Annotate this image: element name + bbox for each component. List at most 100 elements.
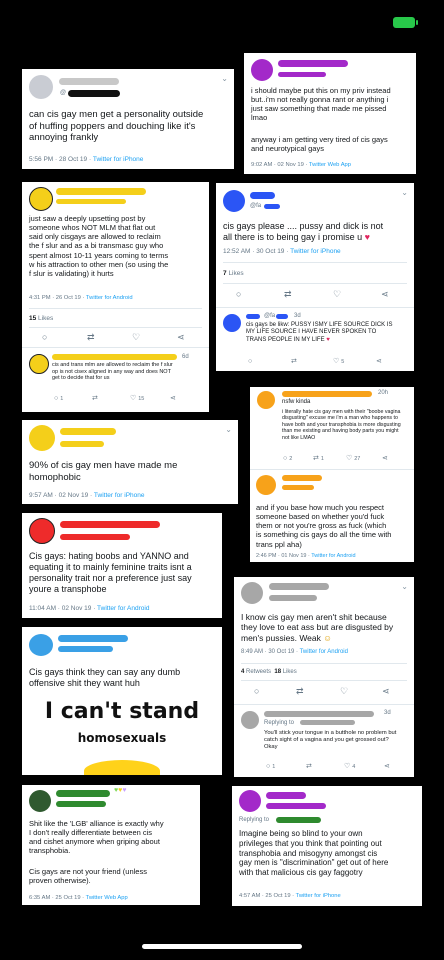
- tweet-source[interactable]: Twitter Web App: [309, 162, 351, 168]
- tweet-card[interactable]: Replying to Imagine being so blind to yo…: [232, 786, 422, 906]
- likes-count[interactable]: 15 Likes: [29, 315, 53, 322]
- share-icon[interactable]: ⋖: [384, 763, 390, 770]
- tweet-card[interactable]: ⌄ I know cis gay men aren't shit because…: [234, 577, 414, 777]
- home-indicator[interactable]: [142, 944, 302, 949]
- reply-time: 3d: [294, 313, 301, 319]
- tweet-card[interactable]: ⌄ 90% of cis gay men have made me homoph…: [22, 420, 238, 504]
- reply-icon[interactable]: ○: [236, 290, 241, 299]
- reply-icon[interactable]: ○ 1: [266, 763, 275, 771]
- divider: [241, 680, 407, 681]
- tweet-source[interactable]: Twitter for iPhone: [93, 156, 144, 163]
- redacted-handle: [276, 817, 321, 823]
- chevron-down-icon[interactable]: ⌄: [401, 583, 408, 591]
- likes-count[interactable]: 7 Likes: [223, 270, 244, 277]
- tweet-card[interactable]: 20h nsfw kinda i literally hate cis gay …: [250, 387, 414, 562]
- heart-emoji-icon: ♥: [326, 336, 330, 343]
- redacted-name: [58, 635, 128, 642]
- tweet-text-body: I know cis gay men aren't shit because t…: [241, 612, 394, 643]
- redacted-name: [60, 521, 160, 528]
- retweet-icon[interactable]: ⇄: [291, 358, 297, 365]
- tweet-time: 5:56 PM · 28 Oct 19 ·: [29, 156, 93, 163]
- share-icon[interactable]: ⋖: [381, 290, 389, 299]
- redacted-name: [60, 428, 116, 435]
- reply-icon[interactable]: ○: [42, 333, 47, 342]
- reply-icon[interactable]: ○: [248, 358, 252, 365]
- reply-avatar: [241, 711, 259, 729]
- tweet-source[interactable]: Twitter Web App: [86, 895, 128, 901]
- share-icon[interactable]: ⋖: [177, 333, 185, 342]
- retweet-count: 1: [320, 456, 324, 462]
- share-icon[interactable]: ⋖: [376, 358, 382, 365]
- avatar: [29, 634, 53, 656]
- reply-icon[interactable]: ○: [254, 687, 259, 696]
- like-icon[interactable]: ♡: [340, 687, 348, 696]
- reply-text-body: cis gays be likw: PUSSY ISMY LIFE SOURCE…: [246, 322, 393, 343]
- reply-count: 1: [60, 396, 64, 402]
- tweet-card[interactable]: Cis gays: hating boobs and YANNO and equ…: [22, 513, 222, 618]
- retweet-icon[interactable]: ⇄: [284, 290, 292, 299]
- replying-to-label: Replying to: [264, 720, 295, 726]
- flag-emoji: ♥♥♥: [114, 787, 127, 794]
- reply-text: You'll stick your tongue in a butthole n…: [264, 730, 397, 751]
- share-icon[interactable]: ⋖: [382, 687, 390, 696]
- tweet-time: 12:52 AM · 30 Oct 19 ·: [223, 248, 291, 255]
- reply-icon[interactable]: ○ 1: [54, 395, 63, 403]
- redacted-name: [282, 391, 372, 397]
- chevron-down-icon[interactable]: ⌄: [225, 426, 232, 434]
- smile-emoji-icon: ☺: [323, 632, 332, 643]
- tweet-source[interactable]: Twitter for Android: [86, 295, 133, 301]
- like-icon[interactable]: ♡: [132, 333, 140, 342]
- tweet-time: 4:57 AM · 25 Oct 19 ·: [239, 893, 296, 899]
- tweet-source[interactable]: Twitter for Android: [311, 553, 355, 559]
- retweet-icon[interactable]: ⇄ 1: [313, 455, 324, 463]
- tweet-card[interactable]: @fa ⌄ cis gays please .... pussy and dic…: [216, 183, 414, 371]
- tweet-time: 9:57 AM · 02 Nov 19 ·: [29, 492, 94, 499]
- retweet-icon[interactable]: ⇄: [87, 333, 95, 342]
- tweet-source[interactable]: Twitter for iPhone: [290, 248, 341, 255]
- like-icon[interactable]: ♡ 4: [344, 763, 355, 771]
- reply-time: 6d: [182, 354, 189, 360]
- tweet-card[interactable]: @ ⌄ can cis gay men get a personality ou…: [22, 69, 234, 169]
- avatar: [29, 75, 53, 99]
- redacted-handle: [278, 72, 326, 77]
- tweet-card[interactable]: Cis gays think they can say any dumb off…: [22, 627, 222, 775]
- tweet-time: 8:49 AM · 30 Oct 19 ·: [241, 649, 300, 655]
- share-icon[interactable]: ⋖: [382, 455, 388, 462]
- retweet-icon[interactable]: ⇄: [296, 687, 304, 696]
- heart-emoji-icon: ♥: [364, 231, 370, 242]
- chevron-down-icon[interactable]: ⌄: [221, 75, 228, 83]
- retweet-icon[interactable]: ⇄: [92, 395, 98, 402]
- tweet-source[interactable]: Twitter for iPhone: [296, 893, 341, 899]
- like-count: 15: [138, 396, 145, 402]
- chevron-down-icon[interactable]: ⌄: [401, 189, 408, 197]
- tweet-meta: 9:02 AM · 02 Nov 19 · Twitter Web App: [251, 162, 351, 168]
- divider: [223, 262, 407, 263]
- tweet-text-continued: anyway i am getting very tired of cis ga…: [251, 135, 388, 154]
- reply-time: 3d: [384, 710, 391, 716]
- likes-label: Likes: [228, 270, 244, 277]
- tweet-card[interactable]: ♥♥♥ Shit like the 'LGB' alliance is exac…: [22, 785, 200, 905]
- engagement-counts[interactable]: 4 Retweets 18 Likes: [241, 669, 297, 675]
- tweet-source[interactable]: Twitter for Android: [300, 649, 348, 655]
- redacted-handle: [300, 720, 355, 725]
- like-icon[interactable]: ♡: [333, 290, 341, 299]
- like-icon[interactable]: ♡ 27: [346, 455, 360, 463]
- tweet-card[interactable]: just saw a deeply upsetting post by some…: [22, 182, 209, 412]
- divider: [216, 307, 414, 308]
- share-icon[interactable]: ⋖: [170, 395, 176, 402]
- retweet-icon[interactable]: ⇄: [306, 763, 312, 770]
- replying-to-label: Replying to: [239, 817, 270, 823]
- meme-image: [84, 760, 160, 775]
- divider: [234, 704, 414, 705]
- redacted-handle: [266, 803, 326, 809]
- like-icon[interactable]: ♡ 5: [333, 358, 344, 366]
- tweet-source[interactable]: Twitter for Android: [97, 605, 149, 612]
- tweet-card[interactable]: i should maybe put this on my priv inste…: [244, 53, 416, 174]
- redacted-name: [52, 354, 177, 360]
- like-icon[interactable]: ♡ 15: [130, 395, 144, 403]
- tweet-source[interactable]: Twitter for iPhone: [94, 492, 145, 499]
- reply-icon[interactable]: ○ 2: [283, 455, 292, 463]
- redacted-handle: [58, 646, 113, 652]
- tweet-meta: 4:57 AM · 25 Oct 19 · Twitter for iPhone: [239, 893, 341, 899]
- redacted-name: [56, 790, 110, 797]
